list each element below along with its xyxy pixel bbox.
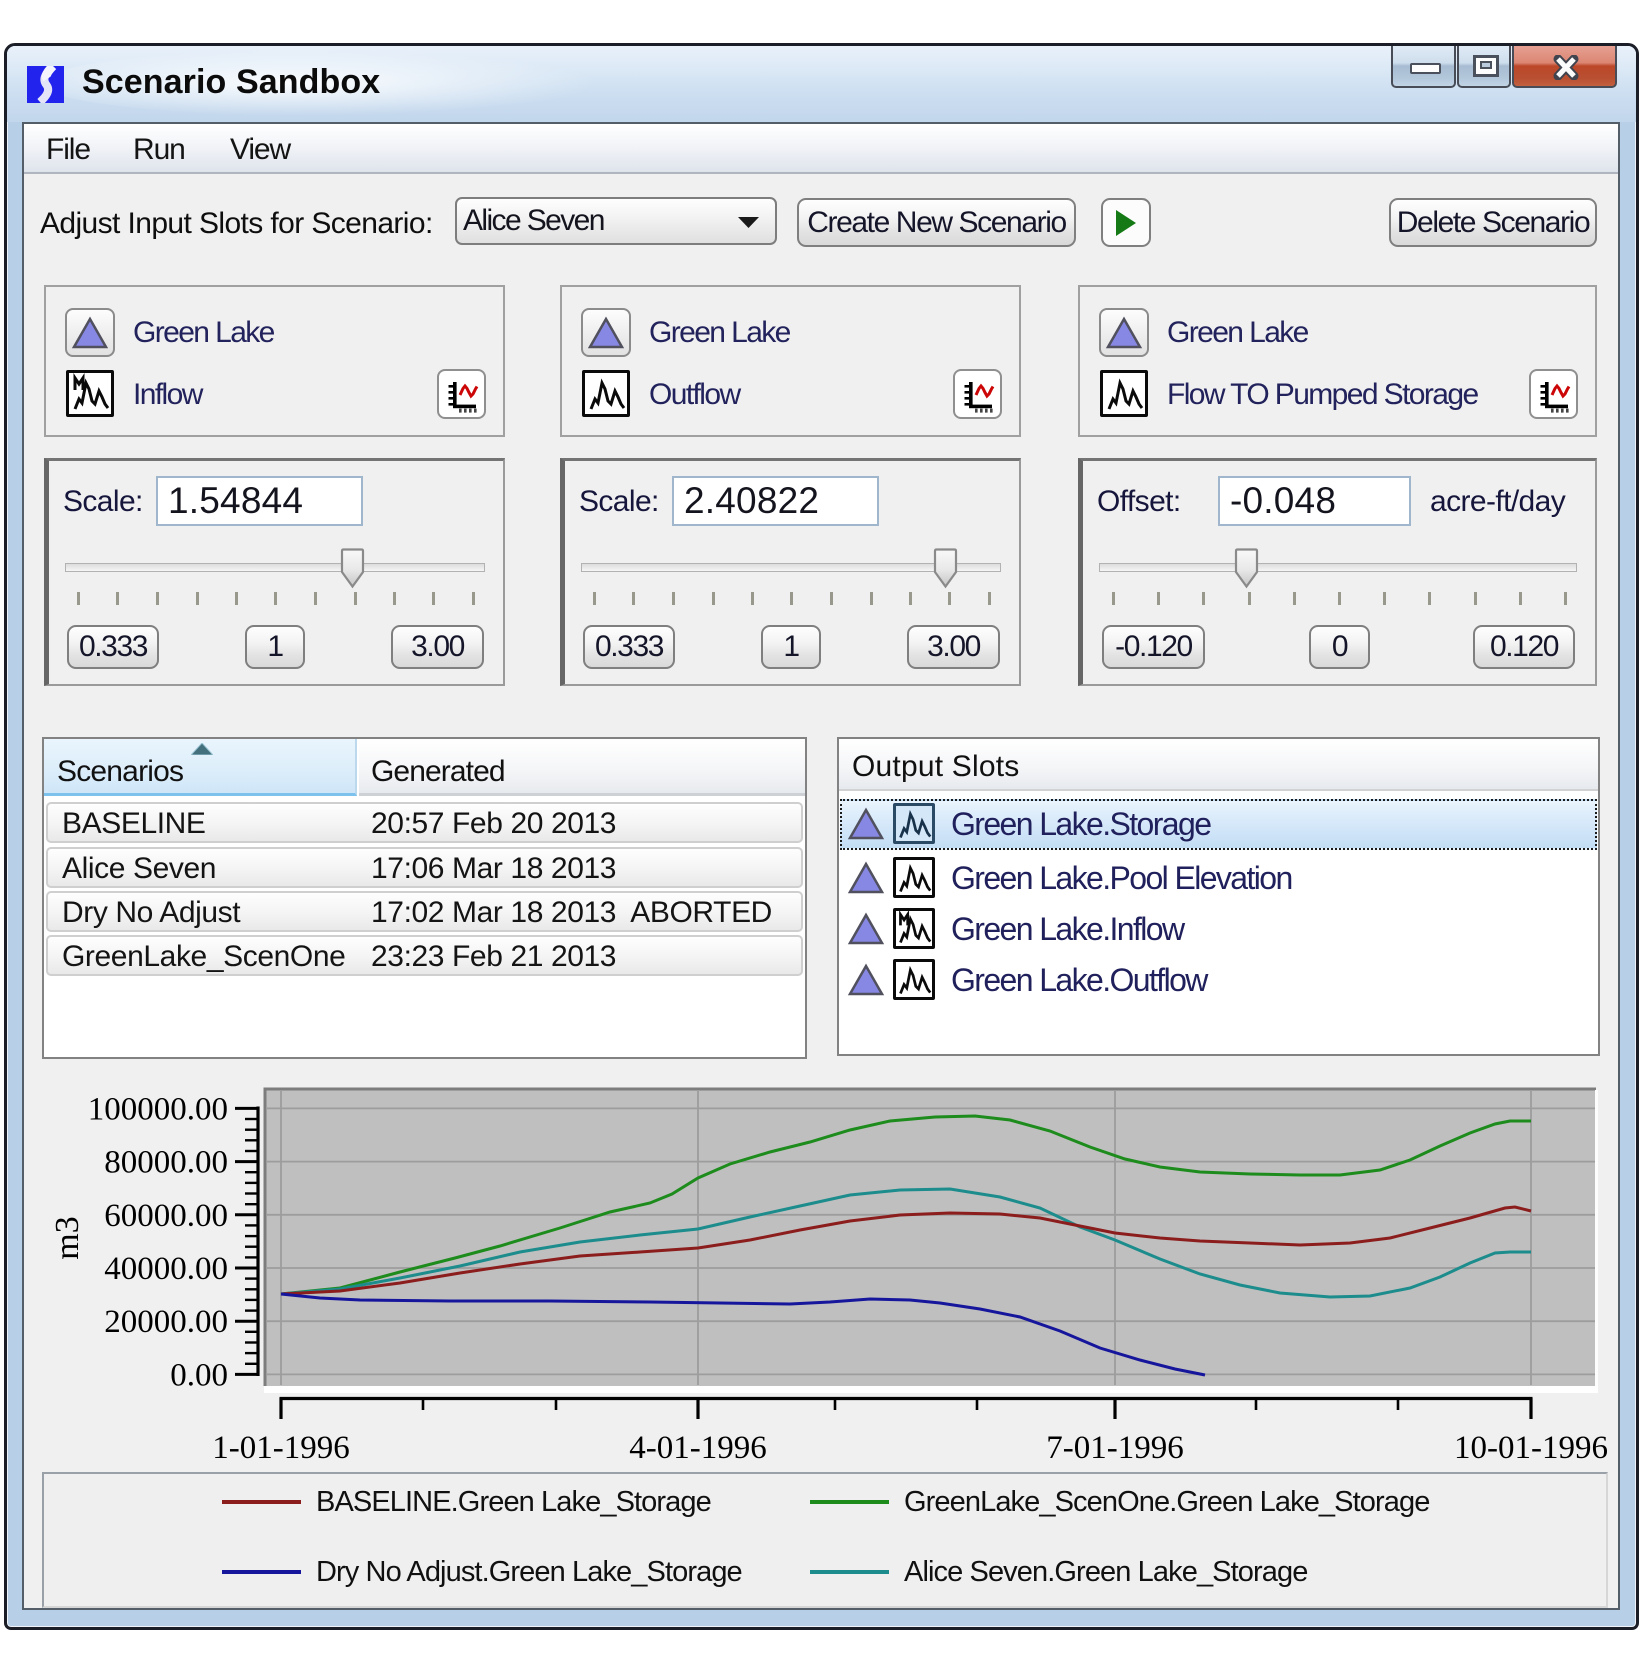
svg-text:20000.00: 20000.00: [104, 1304, 228, 1340]
svg-text:4-01-1996: 4-01-1996: [629, 1430, 766, 1466]
svg-text:10-01-1996: 10-01-1996: [1454, 1430, 1608, 1466]
svg-text:80000.00: 80000.00: [104, 1145, 228, 1181]
svg-text:60000.00: 60000.00: [104, 1198, 228, 1234]
svg-text:0.00: 0.00: [170, 1357, 228, 1393]
svg-text:40000.00: 40000.00: [104, 1251, 228, 1287]
svg-text:7-01-1996: 7-01-1996: [1046, 1430, 1183, 1466]
svg-text:100000.00: 100000.00: [88, 1091, 228, 1127]
svg-text:1-01-1996: 1-01-1996: [212, 1430, 349, 1466]
svg-text:m3: m3: [49, 1216, 86, 1259]
